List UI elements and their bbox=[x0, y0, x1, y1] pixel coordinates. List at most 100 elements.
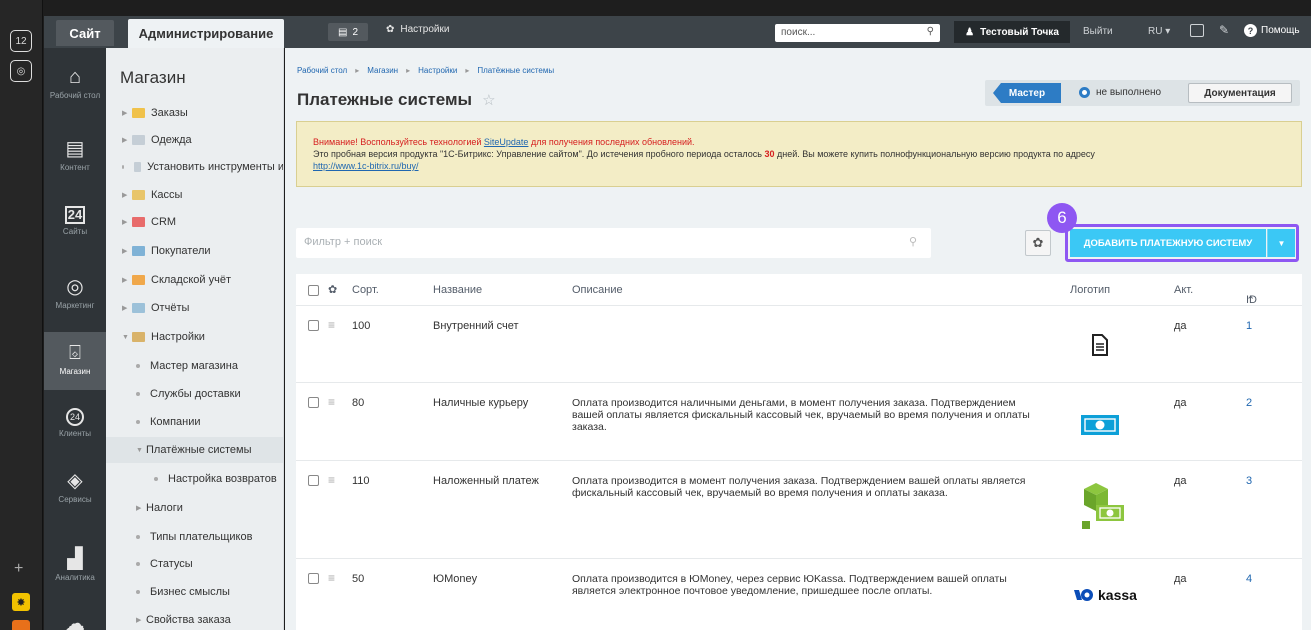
menu-label: Мастер магазина bbox=[150, 360, 238, 372]
admin-tab[interactable]: Администрирование bbox=[128, 19, 284, 48]
notifications-button[interactable]: ▤ 2 bbox=[328, 23, 368, 41]
menu-item-business-meanings[interactable]: Бизнес смыслы bbox=[106, 579, 283, 605]
row-checkbox[interactable] bbox=[308, 573, 319, 584]
nav-desktop[interactable]: ⌂ Рабочий стол bbox=[44, 66, 106, 100]
drag-handle-icon[interactable]: ≡ bbox=[328, 395, 335, 409]
nav-marketing[interactable]: ◎ Маркетинг bbox=[44, 276, 106, 310]
nav-more[interactable]: ☁ bbox=[44, 613, 106, 630]
nav-sites[interactable]: 24 Сайты bbox=[44, 206, 106, 236]
documentation-button[interactable]: Документация bbox=[1188, 83, 1292, 103]
nav-label: Рабочий стол bbox=[49, 91, 101, 100]
nav-content[interactable]: ▤ Контент bbox=[44, 138, 106, 172]
add-payment-system-button[interactable]: ДОБАВИТЬ ПЛАТЕЖНУЮ СИСТЕМУ bbox=[1070, 229, 1266, 257]
col-sort[interactable]: Сорт. bbox=[352, 284, 379, 296]
menu-item-delivery[interactable]: Службы доставки bbox=[106, 381, 283, 407]
menu-item-companies[interactable]: Компании bbox=[106, 409, 283, 435]
menu-item-refunds[interactable]: Настройка возвратов bbox=[106, 466, 283, 492]
menu-item-payment-systems[interactable]: ▼ Платёжные системы bbox=[106, 437, 283, 463]
settings-button[interactable]: ✿ Настройки bbox=[386, 24, 449, 35]
row-checkbox[interactable] bbox=[308, 475, 319, 486]
calendar-icon: 24 bbox=[65, 206, 85, 224]
menu-item-statuses[interactable]: Статусы bbox=[106, 551, 283, 577]
counter-icon[interactable]: 12 bbox=[10, 30, 32, 52]
breadcrumb: Рабочий стол ▸ Магазин ▸ Настройки ▸ Платёж… bbox=[297, 66, 555, 75]
nav-shop[interactable]: ⌺ Магазин bbox=[44, 332, 106, 390]
menu-item-orders[interactable]: ▶ Заказы bbox=[106, 100, 283, 126]
menu-item-warehouse[interactable]: ▶ Складской учёт bbox=[106, 267, 283, 293]
siteupdate-link[interactable]: SiteUpdate bbox=[484, 137, 529, 147]
buy-link[interactable]: http://www.1c-bitrix.ru/buy/ bbox=[313, 161, 419, 171]
search-icon[interactable]: ⚲ bbox=[927, 26, 934, 37]
language-selector[interactable]: RU ▾ bbox=[1148, 26, 1170, 37]
cell-active: да bbox=[1174, 397, 1187, 409]
site-tab[interactable]: Сайт bbox=[56, 20, 114, 46]
pin-icon[interactable]: ✎ bbox=[1219, 23, 1229, 37]
gear-icon[interactable]: ✿ bbox=[328, 283, 337, 296]
add-dropdown-button[interactable]: ▼ bbox=[1267, 229, 1295, 257]
col-name[interactable]: Название bbox=[433, 284, 482, 296]
cell-id[interactable]: 3 bbox=[1246, 475, 1252, 487]
nav-services[interactable]: ◈ Сервисы bbox=[44, 470, 106, 504]
trial-days: 30 bbox=[764, 149, 775, 159]
drag-handle-icon[interactable]: ≡ bbox=[328, 473, 335, 487]
menu-item-settings[interactable]: ▼ Настройки bbox=[106, 324, 283, 350]
nav-analytics[interactable]: ▟ Аналитика bbox=[44, 548, 106, 582]
help-button[interactable]: ? Помощь bbox=[1244, 24, 1300, 37]
search-icon[interactable]: ⚲ bbox=[909, 235, 917, 248]
add-icon[interactable]: + bbox=[14, 560, 23, 578]
document-icon bbox=[1091, 334, 1109, 359]
table-row[interactable]: ≡ 110 Наложенный платеж Оплата производи… bbox=[296, 461, 1302, 559]
breadcrumb-item[interactable]: Платёжные системы bbox=[477, 66, 554, 75]
panel-icon[interactable] bbox=[1190, 24, 1204, 37]
breadcrumb-item[interactable]: Магазин bbox=[367, 66, 398, 75]
breadcrumb-item[interactable]: Рабочий стол bbox=[297, 66, 347, 75]
col-logo[interactable]: Логотип bbox=[1070, 284, 1110, 296]
table-row[interactable]: ≡ 80 Наличные курьеру Оплата производитс… bbox=[296, 383, 1302, 461]
cell-id[interactable]: 2 bbox=[1246, 397, 1252, 409]
table-row[interactable]: ≡ 50 ЮMoney Оплата производится в ЮMoney… bbox=[296, 559, 1302, 630]
menu-item-order-props[interactable]: ▶ Свойства заказа bbox=[106, 607, 283, 630]
page-title: Платежные системы ☆ bbox=[297, 90, 496, 110]
row-checkbox[interactable] bbox=[308, 320, 319, 331]
menu-item-taxes[interactable]: ▶ Налоги bbox=[106, 495, 283, 521]
nav-label: Маркетинг bbox=[55, 301, 95, 310]
menu-item-crm[interactable]: ▶ CRM bbox=[106, 209, 283, 235]
logout-link[interactable]: Выйти bbox=[1083, 26, 1113, 37]
menu-item-shop-wizard[interactable]: Мастер магазина bbox=[106, 353, 283, 379]
star-icon[interactable]: ☆ bbox=[482, 91, 495, 109]
search-input[interactable]: поиск... ⚲ bbox=[775, 24, 940, 42]
menu-item-reports[interactable]: ▶ Отчёты bbox=[106, 295, 283, 321]
menu-item-install-tools[interactable]: Установить инструменты и bbox=[106, 154, 283, 180]
select-all-checkbox[interactable] bbox=[308, 285, 319, 296]
breadcrumb-item[interactable]: Настройки bbox=[418, 66, 457, 75]
table-row[interactable]: ≡ 100 Внутренний счет да 1 bbox=[296, 306, 1302, 383]
app-orange-icon[interactable] bbox=[12, 620, 30, 630]
filter-search-input[interactable]: Фильтр + поиск ⚲ bbox=[296, 228, 931, 258]
app-yellow-icon[interactable]: ✸ bbox=[12, 593, 30, 611]
nav-label: Контент bbox=[60, 163, 90, 172]
menu-item-clothes[interactable]: ▶ Одежда bbox=[106, 127, 283, 153]
col-active[interactable]: Акт. bbox=[1174, 284, 1193, 296]
folder-icon bbox=[132, 135, 145, 145]
kassa-logo: kassa bbox=[1074, 587, 1137, 603]
camera-icon[interactable]: ◎ bbox=[10, 60, 32, 82]
menu-label: Статусы bbox=[150, 558, 193, 570]
menu-item-cashboxes[interactable]: ▶ Кассы bbox=[106, 182, 283, 208]
list-icon: ▤ bbox=[337, 26, 348, 38]
grid-settings-button[interactable]: ✿ bbox=[1025, 230, 1051, 256]
settings-label: Настройки bbox=[400, 24, 450, 35]
menu-item-customers[interactable]: ▶ Покупатели bbox=[106, 238, 283, 264]
cell-id[interactable]: 1 bbox=[1246, 320, 1252, 332]
counter-label: 12 bbox=[15, 35, 27, 47]
drag-handle-icon[interactable]: ≡ bbox=[328, 571, 335, 585]
gear-icon: ✿ bbox=[386, 24, 395, 35]
nav-clients[interactable]: 24 Клиенты bbox=[44, 408, 106, 438]
cell-id[interactable]: 4 bbox=[1246, 573, 1252, 585]
wizard-button[interactable]: Мастер bbox=[993, 83, 1061, 103]
menu-item-payer-types[interactable]: Типы плательщиков bbox=[106, 524, 283, 550]
row-checkbox[interactable] bbox=[308, 397, 319, 408]
cell-sort: 50 bbox=[352, 573, 365, 585]
drag-handle-icon[interactable]: ≡ bbox=[328, 318, 335, 332]
user-button[interactable]: ♟ Тестовый Точка bbox=[954, 21, 1070, 43]
col-desc[interactable]: Описание bbox=[572, 284, 623, 296]
